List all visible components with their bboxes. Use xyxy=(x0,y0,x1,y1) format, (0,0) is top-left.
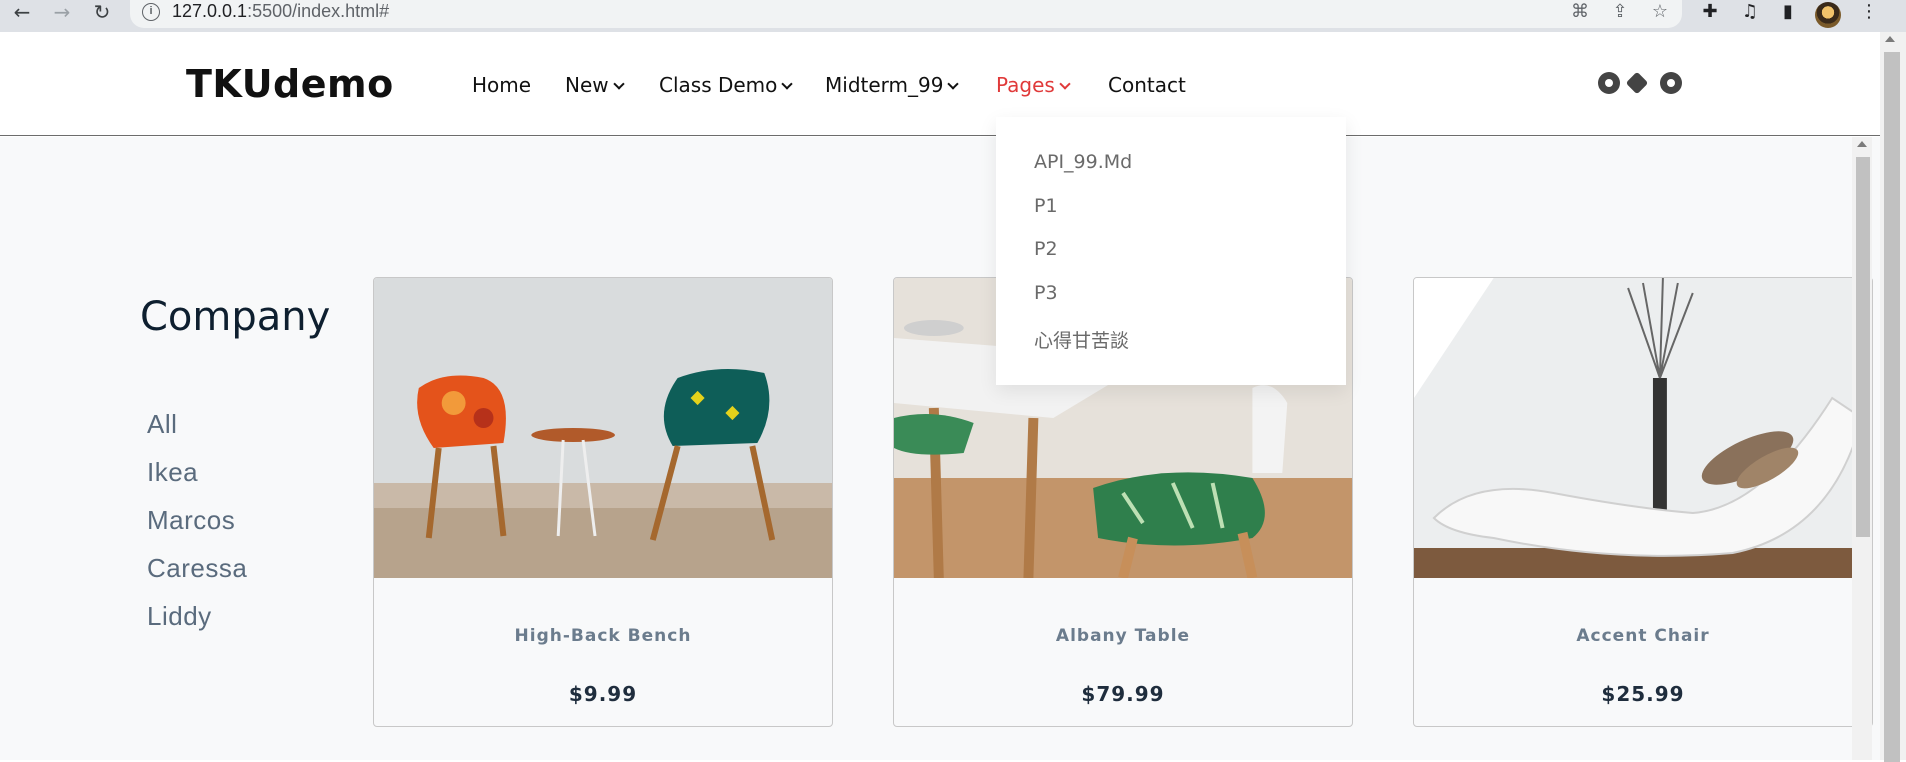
forward-arrow-icon[interactable]: → xyxy=(50,2,74,26)
inner-scrollbar[interactable] xyxy=(1852,137,1872,760)
extensions-icon[interactable]: ✚ xyxy=(1698,1,1722,25)
profile-avatar[interactable] xyxy=(1815,2,1841,28)
filter-liddy[interactable]: Liddy xyxy=(147,601,212,632)
sidepanel-icon[interactable]: ▮ xyxy=(1776,1,1800,25)
share-icon[interactable]: ⇪ xyxy=(1608,1,1632,25)
dropdown-item-p2[interactable]: P2 xyxy=(1034,238,1058,260)
nav-contact[interactable]: Contact xyxy=(1108,73,1186,97)
scroll-up-icon[interactable] xyxy=(1857,141,1867,147)
sidebar-title: Company xyxy=(140,294,331,340)
site-header: TKUdemo Home New Class Demo Midterm_99 P… xyxy=(0,32,1880,136)
nav-class-demo-label: Class Demo xyxy=(659,73,778,97)
scroll-thumb[interactable] xyxy=(1884,52,1900,762)
reload-icon[interactable]: ↻ xyxy=(90,2,114,26)
filter-marcos[interactable]: Marcos xyxy=(147,505,235,536)
product-name: Albany Table xyxy=(1055,626,1191,646)
nav-midterm-label: Midterm_99 xyxy=(825,73,944,97)
scroll-up-icon[interactable] xyxy=(1885,36,1895,42)
product-price: $25.99 xyxy=(1601,682,1685,706)
star-icon[interactable]: ☆ xyxy=(1648,1,1672,25)
url-path: :5500/index.html# xyxy=(247,1,390,21)
nav-pages-label: Pages xyxy=(996,73,1055,97)
address-bar[interactable]: i 127.0.0.1:5500/index.html# xyxy=(130,0,1682,28)
dropdown-item-reflections[interactable]: 心得甘苦談 xyxy=(1034,326,1129,353)
nav-midterm[interactable]: Midterm_99 xyxy=(825,73,960,97)
chevron-down-icon xyxy=(947,78,960,90)
url-host: 127.0.0.1 xyxy=(172,1,248,21)
chevron-down-icon xyxy=(781,78,794,90)
chevron-down-icon xyxy=(612,78,625,90)
product-price: $9.99 xyxy=(568,682,638,706)
product-image-lounge-chair xyxy=(1414,278,1872,578)
product-name: Accent Chair xyxy=(1576,626,1710,646)
pages-dropdown: API_99.Md P1 P2 P3 心得甘苦談 xyxy=(996,117,1346,385)
browser-toolbar: ← → ↻ i 127.0.0.1:5500/index.html# ⌘ ⇪ ☆… xyxy=(0,0,1906,32)
info-icon[interactable]: i xyxy=(142,3,160,21)
back-arrow-icon[interactable]: ← xyxy=(10,2,34,26)
url-text[interactable]: 127.0.0.1:5500/index.html# xyxy=(172,1,389,22)
page-scrollbar[interactable] xyxy=(1880,32,1906,762)
site-logo[interactable]: TKUdemo xyxy=(186,62,394,106)
filter-all[interactable]: All xyxy=(147,409,177,440)
nav-home-label: Home xyxy=(472,73,532,97)
nav-new-label: New xyxy=(565,73,609,97)
filter-ikea[interactable]: Ikea xyxy=(147,457,198,488)
product-card[interactable]: Accent Chair $25.99 xyxy=(1413,277,1873,727)
git-icon[interactable] xyxy=(1625,71,1649,95)
github-icon[interactable] xyxy=(1598,72,1620,94)
product-card[interactable]: High-Back Bench $9.99 xyxy=(373,277,833,727)
dropdown-item-p1[interactable]: P1 xyxy=(1034,195,1058,217)
chevron-down-icon xyxy=(1059,78,1071,90)
kebab-menu-icon[interactable]: ⋮ xyxy=(1857,1,1881,25)
dropdown-item-api[interactable]: API_99.Md xyxy=(1034,151,1132,173)
filter-caressa[interactable]: Caressa xyxy=(147,553,247,584)
nav-new[interactable]: New xyxy=(565,73,625,97)
gear-icon[interactable] xyxy=(1660,72,1682,94)
nav-class-demo[interactable]: Class Demo xyxy=(659,73,794,97)
nav-home[interactable]: Home xyxy=(472,73,531,97)
scroll-thumb[interactable] xyxy=(1856,157,1870,537)
product-image-chairs xyxy=(374,278,832,578)
translate-icon[interactable]: ⌘ xyxy=(1568,1,1592,25)
product-name: High-Back Bench xyxy=(514,626,692,646)
media-icon[interactable]: ♫ xyxy=(1738,1,1762,25)
dropdown-item-p3[interactable]: P3 xyxy=(1034,282,1058,304)
product-price: $79.99 xyxy=(1081,682,1165,706)
nav-pages[interactable]: Pages xyxy=(996,73,1071,97)
nav-contact-label: Contact xyxy=(1108,73,1186,97)
